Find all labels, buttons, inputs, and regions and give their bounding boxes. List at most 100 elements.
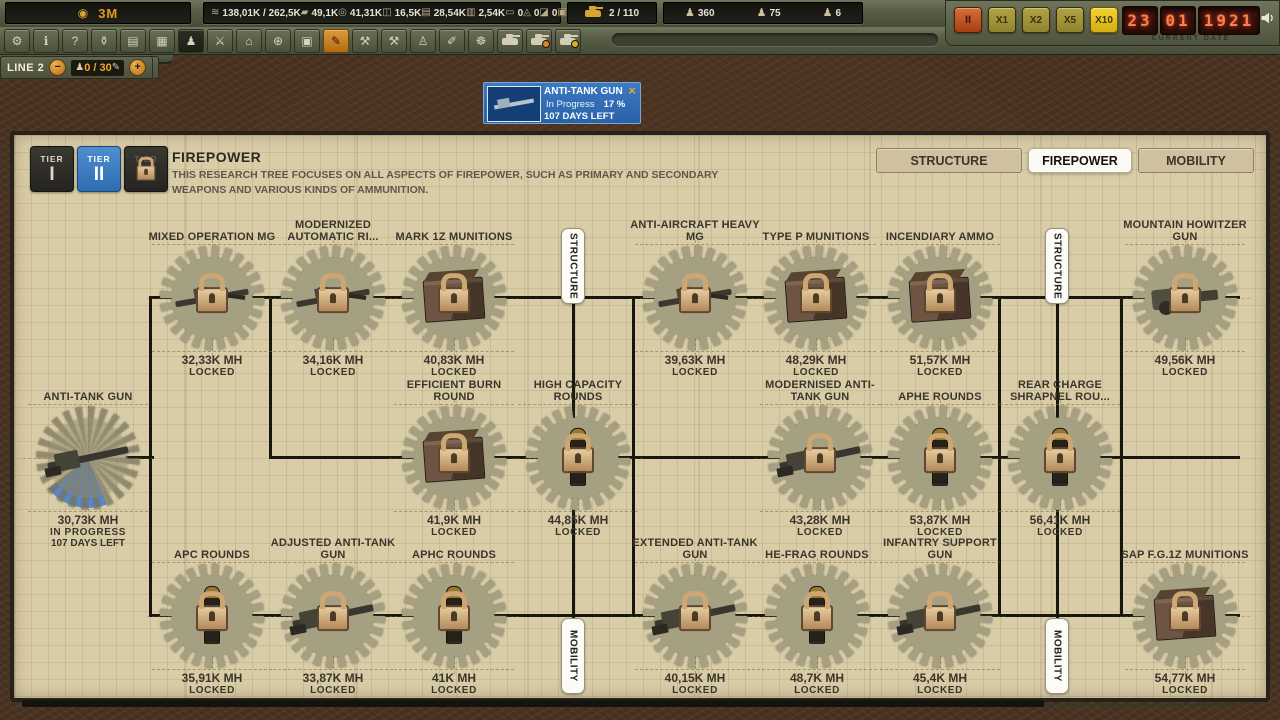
- research-node[interactable]: HIGH CAPACITY ROUNDS 44,85K MH LOCKED: [512, 374, 644, 538]
- lock-icon: [438, 447, 470, 473]
- structure-link-pill[interactable]: STRUCTURE: [561, 228, 585, 304]
- construction-icon: ✐: [447, 35, 457, 47]
- components-icon-button[interactable]: ☸: [468, 29, 494, 53]
- announcements-icon[interactable]: [1260, 10, 1276, 26]
- research-node[interactable]: ADJUSTED ANTI-TANK GUN 33,87K MH LOCKED: [267, 532, 399, 696]
- tier-word: TIER: [40, 154, 63, 164]
- research-node[interactable]: MARK 1Z MUNITIONS 40,83K MH LOCKED: [388, 214, 520, 378]
- decrease-workers-button[interactable]: −: [49, 59, 66, 76]
- tier-1-button[interactable]: TIER I: [30, 146, 74, 192]
- resource-value: 28,54K: [434, 8, 466, 19]
- settings-icon-button[interactable]: ⚙: [4, 29, 30, 53]
- current-date-label: CURRENT DATE: [1122, 35, 1260, 42]
- reports-icon-button[interactable]: ▦: [149, 29, 175, 53]
- toolbar-group-management: ⌂⊕ ▣ ✎ ⚒ ⚒ ♙ ✐ ☸: [236, 29, 581, 53]
- tank-logistics-icon-button[interactable]: [555, 29, 581, 53]
- research-node[interactable]: SAP F.G.1Z MUNITIONS 54,77K MH LOCKED: [1119, 532, 1251, 696]
- research-icon: ✎: [331, 35, 341, 47]
- construction-icon-button[interactable]: ✐: [439, 29, 465, 53]
- active-research-card[interactable]: ANTI-TANK GUN In Progress17 % 107 DAYS L…: [483, 82, 641, 124]
- research-node-gear: [768, 406, 872, 510]
- research-status: LOCKED: [672, 685, 718, 696]
- info-icon-button[interactable]: ℹ: [33, 29, 59, 53]
- research-icon-button[interactable]: ✎: [323, 29, 349, 53]
- resource-wire-icon: ◫: [382, 8, 391, 18]
- help-icon-button[interactable]: ?: [62, 29, 88, 53]
- newspaper-icon-button[interactable]: ▤: [120, 29, 146, 53]
- mobility-link-pill[interactable]: MOBILITY: [561, 618, 585, 694]
- resource-iron-icon: ▰: [301, 8, 309, 18]
- tab-mobility[interactable]: MOBILITY: [1138, 148, 1254, 173]
- research-node[interactable]: INFANTRY SUPPORT GUN 45,4K MH LOCKED: [874, 532, 1006, 696]
- market-icon: ▣: [301, 35, 312, 47]
- maintenance-icon: ⚒: [389, 35, 400, 47]
- research-node[interactable]: HE-FRAG ROUNDS 48,7K MH LOCKED: [751, 532, 883, 696]
- line-workers-box: ♟ 0 / 30 ✎: [71, 60, 124, 76]
- research-node[interactable]: APHE ROUNDS 53,87K MH LOCKED: [874, 374, 1006, 538]
- research-node[interactable]: TYPE P MUNITIONS 48,29K MH LOCKED: [750, 214, 882, 378]
- help-icon: ?: [72, 35, 79, 47]
- research-status: LOCKED: [1162, 367, 1208, 378]
- speed-x2-button[interactable]: X2: [1022, 7, 1050, 33]
- research-node-gear: [643, 564, 747, 668]
- research-status: LOCKED: [1162, 685, 1208, 696]
- close-icon[interactable]: ×: [628, 83, 636, 99]
- military-icon-button[interactable]: ⚔: [207, 29, 233, 53]
- date-year: 1921: [1198, 6, 1260, 35]
- research-node[interactable]: APC ROUNDS 35,91K MH LOCKED: [146, 532, 278, 696]
- personnel-icon-button[interactable]: ♟: [178, 29, 204, 53]
- tier-2-button[interactable]: TIER II: [77, 146, 121, 192]
- increase-workers-button[interactable]: +: [129, 59, 146, 76]
- speed-x1-button[interactable]: X1: [988, 7, 1016, 33]
- info-icon: ℹ: [44, 35, 49, 47]
- tab-firepower[interactable]: FIREPOWER: [1028, 148, 1132, 173]
- tank-designer-icon: [502, 38, 518, 45]
- lock-icon: [679, 287, 711, 313]
- tank-combat-icon-button[interactable]: [526, 29, 552, 53]
- factory-icon-button[interactable]: ⌂: [236, 29, 262, 53]
- research-node[interactable]: REAR CHARGE SHRAPNEL ROU... 56,41K MH LO…: [994, 374, 1126, 538]
- toolbar-group-system: ⚙ ℹ? ⚱▤▦♟⚔: [4, 29, 233, 53]
- lock-icon: [679, 605, 711, 631]
- research-node[interactable]: INCENDIARY AMMO 51,57K MH LOCKED: [874, 214, 1006, 378]
- speed-x5-button[interactable]: X5: [1056, 7, 1084, 33]
- research-node[interactable]: MODERNIZED AUTOMATIC RI... 34,16K MH LOC…: [267, 214, 399, 378]
- lock-icon: [562, 447, 594, 473]
- world-map-icon-button[interactable]: ⊕: [265, 29, 291, 53]
- workers-icon: ♟: [685, 8, 695, 19]
- lock-icon: [800, 287, 832, 313]
- tier-3-button-locked[interactable]: TIER III: [124, 146, 168, 192]
- structure-link-pill[interactable]: STRUCTURE: [1045, 228, 1069, 304]
- maintenance-icon-button[interactable]: ⚒: [381, 29, 407, 53]
- market-icon-button[interactable]: ▣: [294, 29, 320, 53]
- resource-item: ◎41,31K: [338, 8, 382, 19]
- research-node[interactable]: APHC ROUNDS 41K MH LOCKED: [388, 532, 520, 696]
- research-node[interactable]: EFFICIENT BURN ROUND 41,9K MH LOCKED: [388, 374, 520, 538]
- tier-numeral: I: [49, 165, 54, 184]
- workshop-icon: ⚒: [360, 35, 371, 47]
- research-node[interactable]: MODERNISED ANTI-TANK GUN 43,28K MH LOCKE…: [754, 374, 886, 538]
- achievements-icon-button[interactable]: ⚱: [91, 29, 117, 53]
- research-status: LOCKED: [555, 527, 601, 538]
- research-node[interactable]: ANTI-AIRCRAFT HEAVY MG 39,63K MH LOCKED: [629, 214, 761, 378]
- mobility-link-pill[interactable]: MOBILITY: [1045, 618, 1069, 694]
- line-label: LINE 2: [7, 62, 44, 74]
- tab-structure[interactable]: STRUCTURE: [876, 148, 1022, 173]
- staff-item: ♟75: [757, 8, 781, 19]
- crew-icon-button[interactable]: ♙: [410, 29, 436, 53]
- speed-x10-button[interactable]: X10: [1090, 7, 1118, 33]
- tank-designer-icon-button[interactable]: [497, 29, 523, 53]
- research-node[interactable]: EXTENDED ANTI-TANK GUN 40,15K MH LOCKED: [629, 532, 761, 696]
- workshop-icon-button[interactable]: ⚒: [352, 29, 378, 53]
- date-month: 01: [1160, 6, 1196, 35]
- research-status: LOCKED: [310, 685, 356, 696]
- research-node[interactable]: ANTI-TANK GUN 30,73K MH IN PROGRESS 107 …: [22, 374, 154, 549]
- horizontal-scrollbar-thumb[interactable]: [22, 700, 1044, 707]
- research-node[interactable]: MOUNTAIN HOWITZER GUN 49,56K MH LOCKED: [1119, 214, 1251, 378]
- edit-icon[interactable]: ✎: [112, 63, 120, 73]
- pause-button[interactable]: II: [954, 7, 982, 33]
- tank-combat-icon-badge: [542, 40, 550, 48]
- research-node[interactable]: MIXED OPERATION MG 32,33K MH LOCKED: [146, 214, 278, 378]
- lock-icon: [196, 287, 228, 313]
- toolbar-groove: [612, 33, 938, 46]
